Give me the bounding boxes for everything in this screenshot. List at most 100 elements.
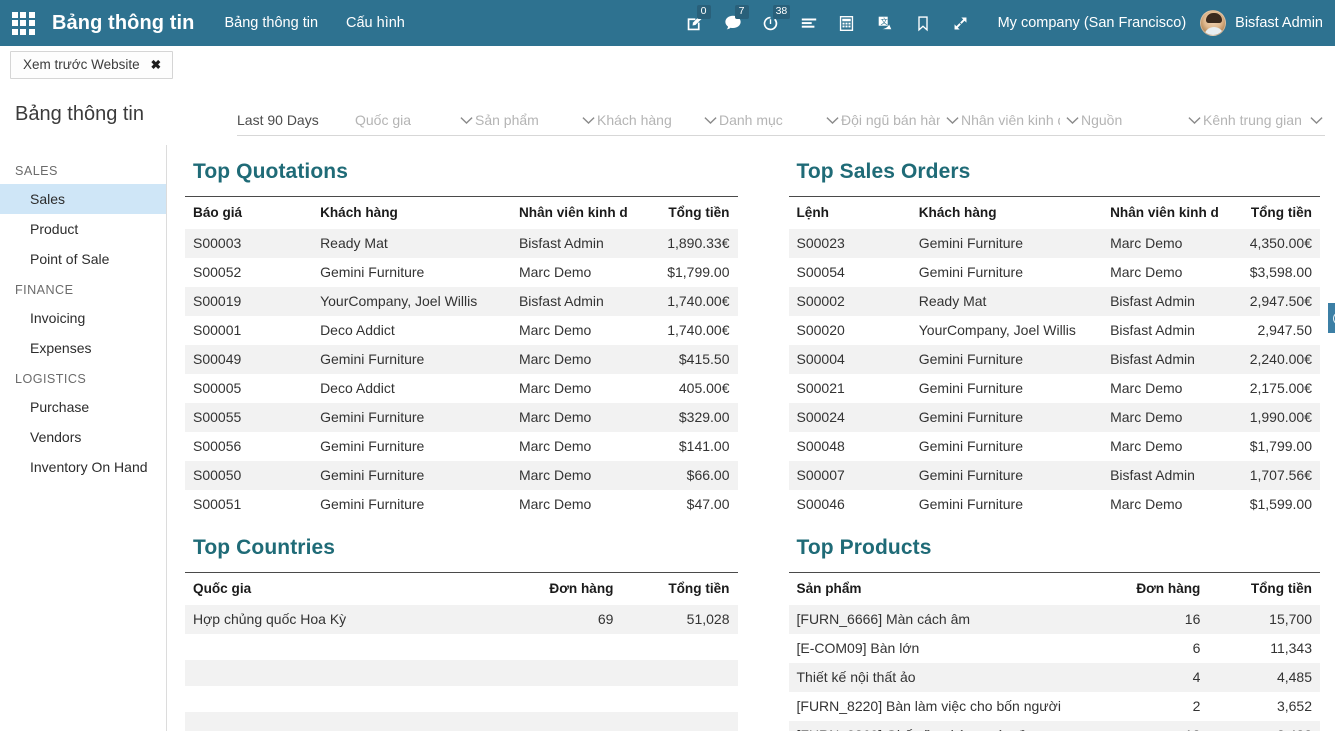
table-row[interactable]: S00052 Gemini Furniture Marc Demo $1,799.00 <box>185 258 738 287</box>
table-row[interactable]: S00023 Gemini Furniture Marc Demo 4,350.00€ <box>788 229 1320 258</box>
calculator-icon[interactable] <box>828 0 866 46</box>
cell-primary[interactable]: S00001 <box>185 316 312 345</box>
table-row[interactable]: S00024 Gemini Furniture Marc Demo 1,990.00€ <box>788 403 1320 432</box>
filter-s-n-ph-m[interactable]: Sản phẩm <box>475 105 597 136</box>
filter-k-nh-trung-gian[interactable]: Kênh trung gian <box>1203 105 1325 136</box>
side-panel-handle[interactable] <box>1328 303 1335 333</box>
column-header: Báo giá <box>185 196 313 229</box>
cell-primary[interactable]: S00004 <box>788 345 911 374</box>
cell-primary[interactable]: S00054 <box>789 258 911 287</box>
table-row[interactable]: S00049 Gemini Furniture Marc Demo $415.50 <box>185 345 738 374</box>
sidebar-item-inventory-on-hand[interactable]: Inventory On Hand <box>0 452 166 482</box>
chevron-down-icon[interactable] <box>940 116 959 125</box>
filter-qu-c-gia[interactable]: Quốc gia <box>355 105 475 136</box>
cell-primary[interactable]: S00052 <box>185 258 312 287</box>
table-row[interactable] <box>185 660 738 686</box>
cell-primary[interactable]: Hợp chủng quốc Hoa Kỳ <box>185 605 506 634</box>
filter-nh-n-vi-n-kinh-d[interactable]: Nhân viên kinh d <box>961 105 1081 136</box>
filter-kh-ch-h-ng[interactable]: Khách hàng <box>597 105 719 136</box>
table-row[interactable]: S00002 Ready Mat Bisfast Admin 2,947.50€ <box>788 287 1320 316</box>
company-selector[interactable]: My company (San Francisco) <box>998 15 1187 31</box>
cell-primary[interactable]: [FURN_6666] Màn cách âm <box>788 605 1097 634</box>
cell-primary[interactable]: S00055 <box>185 403 313 432</box>
sidebar-item-product[interactable]: Product <box>0 214 166 244</box>
table-row[interactable]: Hợp chủng quốc Hoa Kỳ 69 51,028 <box>185 605 738 634</box>
cell-primary[interactable]: [FURN_8220] Bàn làm việc cho bốn người <box>789 692 1097 721</box>
cell-primary[interactable]: S00046 <box>789 490 911 519</box>
table-row[interactable]: S00001 Deco Addict Marc Demo 1,740.00€ <box>185 316 738 345</box>
clock-icon[interactable]: 38 <box>752 0 791 46</box>
nav-item-configuration[interactable]: Cấu hình <box>346 15 405 31</box>
chevron-down-icon[interactable] <box>576 116 595 125</box>
table-row[interactable]: Thiết kế nội thất ảo 4 4,485 <box>788 663 1320 692</box>
cell-primary[interactable]: S00002 <box>788 287 911 316</box>
table-row[interactable]: S00004 Gemini Furniture Bisfast Admin 2,240… <box>788 345 1320 374</box>
cell-primary[interactable]: S00003 <box>185 229 313 258</box>
table-row[interactable]: S00054 Gemini Furniture Marc Demo $3,598.00 <box>789 258 1321 287</box>
table-row[interactable] <box>185 686 738 712</box>
table-row[interactable]: S00019 YourCompany, Joel Willis Bisfast Ad… <box>185 287 738 316</box>
close-icon[interactable]: ✖ <box>151 57 161 72</box>
chevron-down-icon[interactable] <box>1060 116 1079 125</box>
cell-primary[interactable]: S00049 <box>185 345 313 374</box>
chevron-down-icon[interactable] <box>1182 116 1201 125</box>
sidebar-item-sales[interactable]: Sales <box>0 184 166 214</box>
table-row[interactable]: S00046 Gemini Furniture Marc Demo $1,599.00 <box>789 490 1321 519</box>
compose-icon[interactable]: 0 <box>676 0 714 46</box>
column-header: Lệnh <box>788 196 911 229</box>
table-row[interactable]: [E-COM09] Bàn lớn 6 11,343 <box>789 634 1321 663</box>
table-row[interactable]: S00007 Gemini Furniture Bisfast Admin 1,707… <box>788 461 1320 490</box>
card-title-top-sales-orders: Top Sales Orders <box>796 160 971 183</box>
list-icon[interactable] <box>790 0 828 46</box>
filter-last-90-days[interactable]: Last 90 Days <box>237 105 355 136</box>
cell-primary[interactable]: S00024 <box>788 403 911 432</box>
table-row[interactable]: S00050 Gemini Furniture Marc Demo $66.00 <box>185 461 738 490</box>
cell-primary[interactable]: S00051 <box>185 490 312 519</box>
chevron-down-icon[interactable] <box>454 116 473 125</box>
table-row[interactable]: S00021 Gemini Furniture Marc Demo 2,175.00€ <box>789 374 1321 403</box>
chat-icon[interactable]: 7 <box>714 0 752 46</box>
sidebar-item-point-of-sale[interactable]: Point of Sale <box>0 244 166 274</box>
chevron-down-icon[interactable] <box>820 116 839 125</box>
cell-primary[interactable]: S00020 <box>789 316 911 345</box>
table-row[interactable]: S00003 Ready Mat Bisfast Admin 1,890.33€ <box>185 229 738 258</box>
chevron-down-icon[interactable] <box>1304 116 1323 125</box>
expand-icon[interactable] <box>942 0 980 46</box>
table-row[interactable]: [FURN_8220] Bàn làm việc cho bốn người 2 3… <box>789 692 1321 721</box>
tab-website-preview[interactable]: Xem trước Website ✖ <box>10 50 174 79</box>
user-menu[interactable]: Bisfast Admin <box>1200 10 1323 36</box>
cell-primary[interactable]: S00005 <box>185 374 312 403</box>
cell-primary[interactable]: S00056 <box>185 432 312 461</box>
table-row[interactable]: [FURN_6666] Màn cách âm 16 15,700 <box>788 605 1320 634</box>
chevron-down-icon[interactable] <box>698 116 717 125</box>
sidebar-item-expenses[interactable]: Expenses <box>0 333 166 363</box>
filter-i-ng-b-n-h-ng[interactable]: Đội ngũ bán hàng <box>841 105 961 136</box>
table-row[interactable]: S00055 Gemini Furniture Marc Demo $329.00 <box>185 403 738 432</box>
bookmark-icon[interactable] <box>904 0 942 46</box>
cell-primary[interactable]: S00023 <box>788 229 911 258</box>
cell-primary[interactable]: [E-COM09] Bàn lớn <box>789 634 1097 663</box>
table-row[interactable] <box>185 712 738 731</box>
sidebar-item-vendors[interactable]: Vendors <box>0 422 166 452</box>
table-row[interactable]: S00048 Gemini Furniture Marc Demo $1,799.00 <box>789 432 1321 461</box>
cell-primary[interactable]: S00050 <box>185 461 313 490</box>
apps-grid-icon[interactable] <box>0 0 46 46</box>
table-row[interactable] <box>185 634 738 660</box>
table-row[interactable]: S00020 YourCompany, Joel Willis Bisfast Ad… <box>789 316 1321 345</box>
sidebar-item-purchase[interactable]: Purchase <box>0 392 166 422</box>
translate-icon[interactable]: 文 <box>866 0 904 46</box>
sidebar-item-invoicing[interactable]: Invoicing <box>0 303 166 333</box>
table-row[interactable]: S00005 Deco Addict Marc Demo 405.00€ <box>185 374 738 403</box>
cell-primary[interactable]: Thiết kế nội thất ảo <box>788 663 1097 692</box>
table-row[interactable]: [FURN_0269] Ghế văn phòng màu đen133,482 <box>788 721 1320 731</box>
table-row[interactable]: S00051 Gemini Furniture Marc Demo $47.00 <box>185 490 738 519</box>
cell-primary[interactable]: S00019 <box>185 287 313 316</box>
table-row[interactable]: S00056 Gemini Furniture Marc Demo $141.00 <box>185 432 738 461</box>
cell-primary[interactable]: S00048 <box>789 432 911 461</box>
filter-danh-m-c[interactable]: Danh mục <box>719 105 841 136</box>
nav-item-dashboard[interactable]: Bảng thông tin <box>224 15 318 31</box>
filter-ngu-n[interactable]: Nguồn <box>1081 105 1203 136</box>
cell-primary[interactable]: S00021 <box>789 374 911 403</box>
cell-primary[interactable]: [FURN_0269] Ghế văn phòng màu đen <box>788 721 1097 731</box>
cell-primary[interactable]: S00007 <box>788 461 911 490</box>
